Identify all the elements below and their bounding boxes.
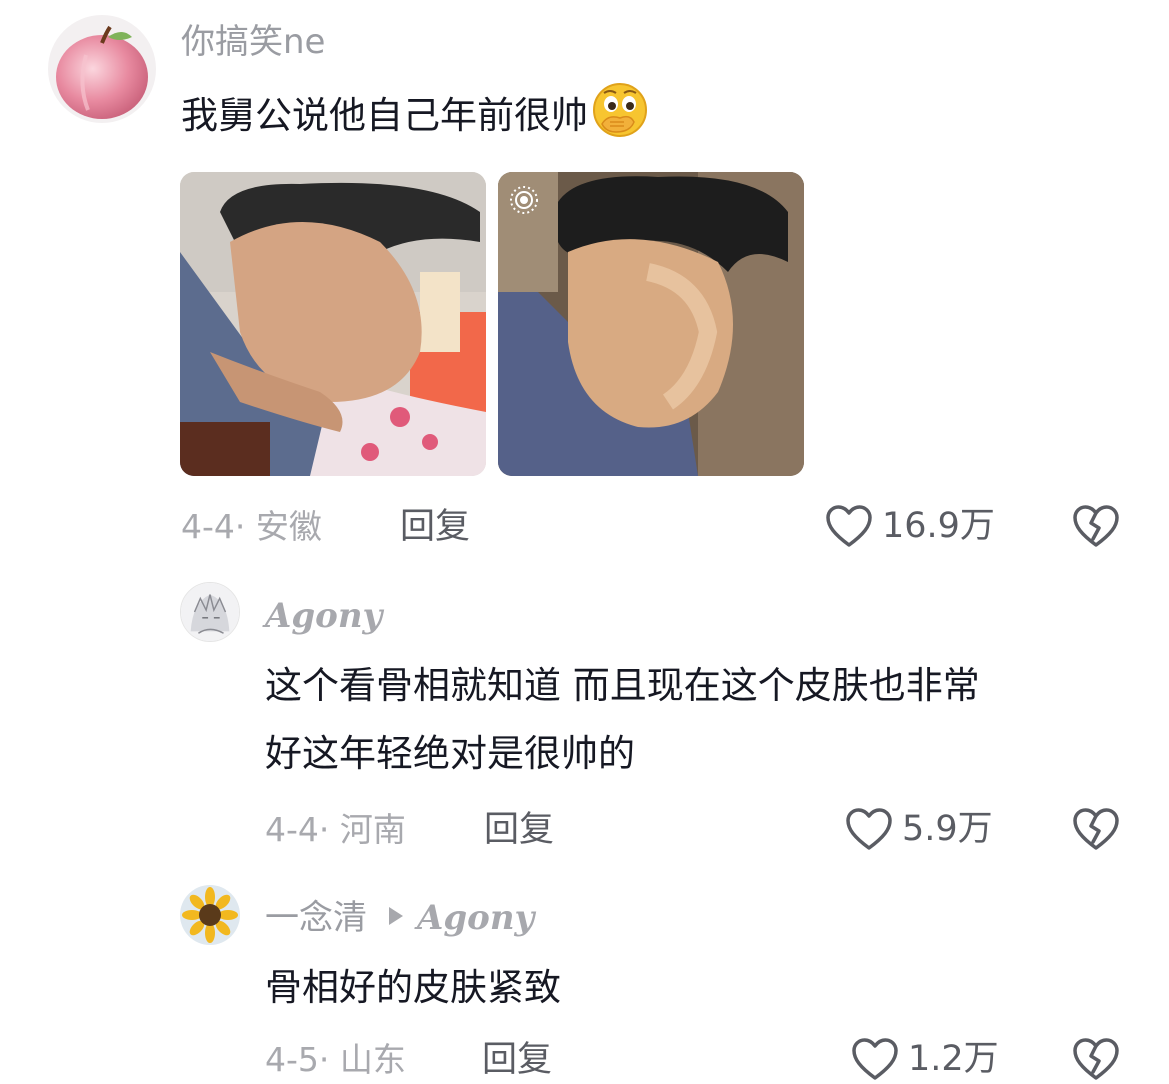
meta-separator: ·: [318, 1040, 340, 1079]
meta-separator: ·: [234, 507, 256, 546]
reply-meta: 4-4· 河南: [265, 810, 406, 850]
reply-text-line: 好这年轻绝对是很帅的: [265, 732, 635, 775]
reply-date: 4-5: [265, 1040, 319, 1079]
reply-username-text: 一念清: [265, 898, 367, 938]
reply-meta: 4-5· 山东: [265, 1040, 406, 1080]
like-button[interactable]: 1.2万: [850, 1036, 999, 1082]
comment-username[interactable]: 你搞笑ne: [181, 22, 325, 62]
man-leaning-over-table-photo[interactable]: [180, 172, 486, 476]
comment-text: 我舅公说他自己年前很帅: [181, 80, 650, 146]
like-count: 16.9万: [882, 506, 995, 546]
comment-date: 4-4: [181, 507, 235, 546]
reply-text: 骨相好的皮肤紧致: [265, 966, 561, 1009]
heart-outline-icon: [826, 505, 872, 547]
comment-text-content: 我舅公说他自己年前很帅: [181, 94, 588, 137]
reply-text: 这个看骨相就知道 而且现在这个皮肤也非常 好这年轻绝对是很帅的: [265, 656, 980, 784]
reply-username[interactable]: 一念清 Agony: [265, 898, 534, 938]
reply-location: 山东: [339, 1040, 406, 1079]
comment-meta: 4-4· 安徽: [181, 507, 322, 547]
live-photo-icon: [508, 184, 540, 216]
broken-heart-icon: [1073, 1038, 1119, 1080]
like-count: 5.9万: [902, 809, 993, 849]
avatar-anime[interactable]: [180, 582, 240, 642]
comment-location: 安徽: [255, 507, 322, 546]
face-with-hand-over-mouth-emoji: [590, 80, 650, 140]
like-count: 1.2万: [908, 1039, 999, 1079]
reply-date: 4-4: [265, 810, 319, 849]
meta-separator: ·: [318, 810, 340, 849]
dislike-button[interactable]: [1072, 806, 1120, 852]
reply-button[interactable]: 回复: [482, 1040, 552, 1080]
broken-heart-icon: [1073, 808, 1119, 850]
dislike-button[interactable]: [1072, 1036, 1120, 1082]
reply-username[interactable]: Agony: [265, 596, 382, 636]
avatar-apple[interactable]: [48, 15, 156, 123]
reply-to-username[interactable]: Agony: [417, 898, 534, 938]
man-in-sunlight-live-photo[interactable]: [498, 172, 804, 476]
reply-button[interactable]: 回复: [400, 507, 470, 547]
reply-text-line: 这个看骨相就知道 而且现在这个皮肤也非常: [265, 664, 980, 707]
like-button[interactable]: 5.9万: [844, 806, 993, 852]
heart-outline-icon: [846, 808, 892, 850]
broken-heart-icon: [1073, 505, 1119, 547]
heart-outline-icon: [852, 1038, 898, 1080]
avatar-sunflower[interactable]: [180, 885, 240, 945]
reply-location: 河南: [339, 810, 406, 849]
reply-to-arrow-icon: [389, 907, 403, 925]
dislike-button[interactable]: [1072, 503, 1120, 549]
like-button[interactable]: 16.9万: [824, 503, 995, 549]
reply-button[interactable]: 回复: [484, 810, 554, 850]
